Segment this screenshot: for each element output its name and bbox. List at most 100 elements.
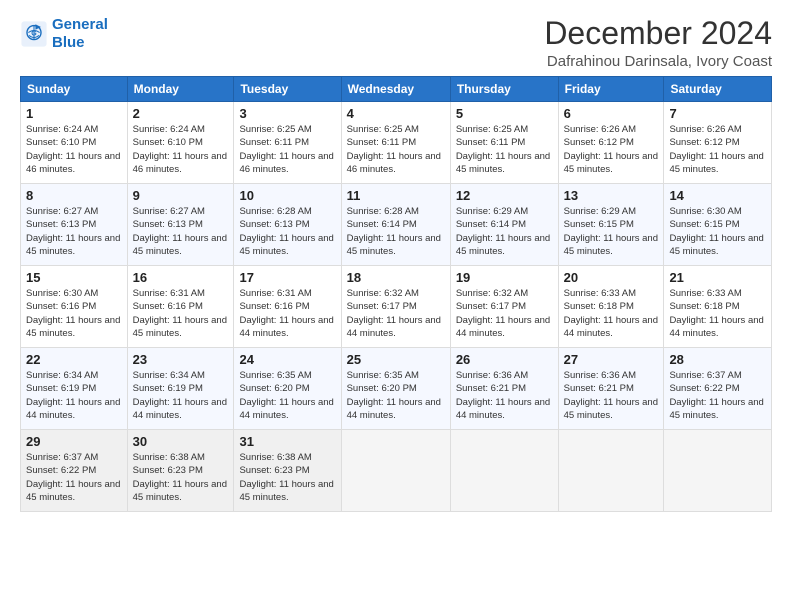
day-number: 26: [456, 352, 553, 367]
calendar-cell: 23 Sunrise: 6:34 AMSunset: 6:19 PMDaylig…: [127, 348, 234, 430]
calendar-cell: [341, 430, 450, 512]
logo-text: General Blue: [52, 16, 108, 52]
calendar-cell: 9 Sunrise: 6:27 AMSunset: 6:13 PMDayligh…: [127, 184, 234, 266]
day-info: Sunrise: 6:37 AMSunset: 6:22 PMDaylight:…: [669, 369, 766, 422]
day-number: 24: [239, 352, 335, 367]
day-number: 8: [26, 188, 122, 203]
day-number: 30: [133, 434, 229, 449]
day-number: 2: [133, 106, 229, 121]
day-info: Sunrise: 6:34 AMSunset: 6:19 PMDaylight:…: [133, 369, 229, 422]
day-info: Sunrise: 6:29 AMSunset: 6:15 PMDaylight:…: [564, 205, 659, 258]
calendar-cell: 30 Sunrise: 6:38 AMSunset: 6:23 PMDaylig…: [127, 430, 234, 512]
day-info: Sunrise: 6:31 AMSunset: 6:16 PMDaylight:…: [239, 287, 335, 340]
calendar-cell: 18 Sunrise: 6:32 AMSunset: 6:17 PMDaylig…: [341, 266, 450, 348]
calendar-cell: 26 Sunrise: 6:36 AMSunset: 6:21 PMDaylig…: [450, 348, 558, 430]
col-thursday: Thursday: [450, 77, 558, 102]
calendar-week-1: 1 Sunrise: 6:24 AMSunset: 6:10 PMDayligh…: [21, 102, 772, 184]
calendar-cell: 12 Sunrise: 6:29 AMSunset: 6:14 PMDaylig…: [450, 184, 558, 266]
day-info: Sunrise: 6:24 AMSunset: 6:10 PMDaylight:…: [26, 123, 122, 176]
day-number: 21: [669, 270, 766, 285]
day-number: 23: [133, 352, 229, 367]
day-info: Sunrise: 6:38 AMSunset: 6:23 PMDaylight:…: [239, 451, 335, 504]
day-info: Sunrise: 6:28 AMSunset: 6:14 PMDaylight:…: [347, 205, 445, 258]
col-saturday: Saturday: [664, 77, 772, 102]
calendar-cell: 24 Sunrise: 6:35 AMSunset: 6:20 PMDaylig…: [234, 348, 341, 430]
month-title: December 2024: [544, 16, 772, 51]
day-number: 18: [347, 270, 445, 285]
day-number: 28: [669, 352, 766, 367]
day-number: 17: [239, 270, 335, 285]
calendar-cell: 22 Sunrise: 6:34 AMSunset: 6:19 PMDaylig…: [21, 348, 128, 430]
calendar-cell: 29 Sunrise: 6:37 AMSunset: 6:22 PMDaylig…: [21, 430, 128, 512]
day-number: 13: [564, 188, 659, 203]
day-number: 22: [26, 352, 122, 367]
page: G General Blue December 2024 Dafrahinou …: [0, 0, 792, 612]
day-info: Sunrise: 6:30 AMSunset: 6:16 PMDaylight:…: [26, 287, 122, 340]
calendar-cell: [558, 430, 664, 512]
logo-icon: G: [20, 20, 48, 48]
calendar-cell: 11 Sunrise: 6:28 AMSunset: 6:14 PMDaylig…: [341, 184, 450, 266]
day-number: 27: [564, 352, 659, 367]
title-block: December 2024 Dafrahinou Darinsala, Ivor…: [544, 16, 772, 70]
day-info: Sunrise: 6:32 AMSunset: 6:17 PMDaylight:…: [347, 287, 445, 340]
calendar-cell: 28 Sunrise: 6:37 AMSunset: 6:22 PMDaylig…: [664, 348, 772, 430]
calendar-week-2: 8 Sunrise: 6:27 AMSunset: 6:13 PMDayligh…: [21, 184, 772, 266]
day-info: Sunrise: 6:27 AMSunset: 6:13 PMDaylight:…: [26, 205, 122, 258]
day-info: Sunrise: 6:37 AMSunset: 6:22 PMDaylight:…: [26, 451, 122, 504]
day-number: 4: [347, 106, 445, 121]
day-number: 10: [239, 188, 335, 203]
logo: G General Blue: [20, 16, 108, 52]
day-info: Sunrise: 6:33 AMSunset: 6:18 PMDaylight:…: [564, 287, 659, 340]
day-info: Sunrise: 6:32 AMSunset: 6:17 PMDaylight:…: [456, 287, 553, 340]
day-info: Sunrise: 6:25 AMSunset: 6:11 PMDaylight:…: [347, 123, 445, 176]
calendar-week-4: 22 Sunrise: 6:34 AMSunset: 6:19 PMDaylig…: [21, 348, 772, 430]
calendar-cell: 20 Sunrise: 6:33 AMSunset: 6:18 PMDaylig…: [558, 266, 664, 348]
calendar-cell: 14 Sunrise: 6:30 AMSunset: 6:15 PMDaylig…: [664, 184, 772, 266]
day-info: Sunrise: 6:34 AMSunset: 6:19 PMDaylight:…: [26, 369, 122, 422]
calendar-cell: 16 Sunrise: 6:31 AMSunset: 6:16 PMDaylig…: [127, 266, 234, 348]
day-info: Sunrise: 6:36 AMSunset: 6:21 PMDaylight:…: [456, 369, 553, 422]
col-monday: Monday: [127, 77, 234, 102]
day-number: 14: [669, 188, 766, 203]
day-info: Sunrise: 6:30 AMSunset: 6:15 PMDaylight:…: [669, 205, 766, 258]
col-wednesday: Wednesday: [341, 77, 450, 102]
calendar-cell: 4 Sunrise: 6:25 AMSunset: 6:11 PMDayligh…: [341, 102, 450, 184]
calendar-cell: 7 Sunrise: 6:26 AMSunset: 6:12 PMDayligh…: [664, 102, 772, 184]
day-info: Sunrise: 6:24 AMSunset: 6:10 PMDaylight:…: [133, 123, 229, 176]
calendar-cell: [450, 430, 558, 512]
day-info: Sunrise: 6:35 AMSunset: 6:20 PMDaylight:…: [347, 369, 445, 422]
day-number: 6: [564, 106, 659, 121]
calendar-cell: 15 Sunrise: 6:30 AMSunset: 6:16 PMDaylig…: [21, 266, 128, 348]
logo-blue: Blue: [52, 34, 108, 52]
calendar-header-row: Sunday Monday Tuesday Wednesday Thursday…: [21, 77, 772, 102]
calendar-cell: 27 Sunrise: 6:36 AMSunset: 6:21 PMDaylig…: [558, 348, 664, 430]
day-info: Sunrise: 6:35 AMSunset: 6:20 PMDaylight:…: [239, 369, 335, 422]
location-title: Dafrahinou Darinsala, Ivory Coast: [544, 53, 772, 70]
col-tuesday: Tuesday: [234, 77, 341, 102]
day-number: 3: [239, 106, 335, 121]
calendar-cell: 8 Sunrise: 6:27 AMSunset: 6:13 PMDayligh…: [21, 184, 128, 266]
day-info: Sunrise: 6:36 AMSunset: 6:21 PMDaylight:…: [564, 369, 659, 422]
day-number: 19: [456, 270, 553, 285]
calendar-cell: 1 Sunrise: 6:24 AMSunset: 6:10 PMDayligh…: [21, 102, 128, 184]
calendar-cell: 21 Sunrise: 6:33 AMSunset: 6:18 PMDaylig…: [664, 266, 772, 348]
calendar-cell: 25 Sunrise: 6:35 AMSunset: 6:20 PMDaylig…: [341, 348, 450, 430]
calendar-week-5: 29 Sunrise: 6:37 AMSunset: 6:22 PMDaylig…: [21, 430, 772, 512]
day-number: 25: [347, 352, 445, 367]
header: G General Blue December 2024 Dafrahinou …: [20, 16, 772, 70]
day-number: 1: [26, 106, 122, 121]
day-info: Sunrise: 6:33 AMSunset: 6:18 PMDaylight:…: [669, 287, 766, 340]
calendar-table: Sunday Monday Tuesday Wednesday Thursday…: [20, 76, 772, 512]
day-number: 7: [669, 106, 766, 121]
calendar-cell: 2 Sunrise: 6:24 AMSunset: 6:10 PMDayligh…: [127, 102, 234, 184]
calendar-cell: 6 Sunrise: 6:26 AMSunset: 6:12 PMDayligh…: [558, 102, 664, 184]
logo-general: General: [52, 16, 108, 33]
col-friday: Friday: [558, 77, 664, 102]
day-info: Sunrise: 6:26 AMSunset: 6:12 PMDaylight:…: [669, 123, 766, 176]
day-number: 9: [133, 188, 229, 203]
day-number: 29: [26, 434, 122, 449]
day-info: Sunrise: 6:25 AMSunset: 6:11 PMDaylight:…: [456, 123, 553, 176]
calendar-cell: 10 Sunrise: 6:28 AMSunset: 6:13 PMDaylig…: [234, 184, 341, 266]
day-number: 5: [456, 106, 553, 121]
day-info: Sunrise: 6:29 AMSunset: 6:14 PMDaylight:…: [456, 205, 553, 258]
